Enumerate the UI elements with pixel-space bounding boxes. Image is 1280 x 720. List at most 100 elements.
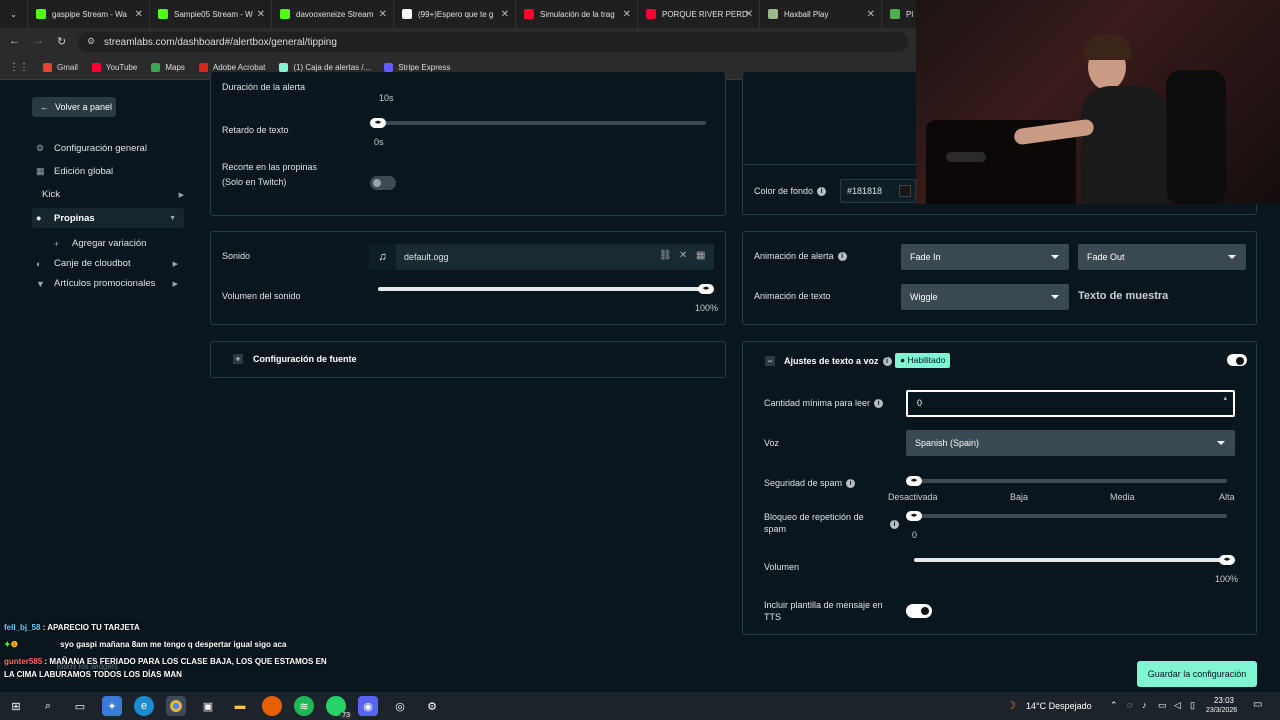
browser-tab[interactable]: davooxeneize Stream ✕ (272, 0, 394, 28)
back-to-panel-button[interactable]: ← Volver a panel (32, 97, 116, 117)
tts-volume-slider-handle[interactable]: ◂▸ (1219, 555, 1235, 565)
bookmark-youtube[interactable]: YouTube (91, 63, 137, 72)
all-widgets-link[interactable]: Todos los widgets (55, 662, 118, 671)
back-arrow-icon[interactable]: ← (9, 35, 20, 47)
site-info-icon[interactable]: ⚙ (87, 36, 95, 47)
tts-toggle[interactable] (1227, 354, 1247, 366)
firefox-icon[interactable] (262, 696, 282, 716)
sound-file-picker[interactable]: ♫ default.ogg ⛓ ✕ ▦ (369, 244, 714, 270)
volume-icon[interactable]: ◁ (1174, 700, 1181, 711)
voice-label: Voz (764, 438, 780, 448)
sidebar-item-merch[interactable]: ▼ Artículos promocionales ▶ (36, 278, 186, 289)
repeat-block-slider[interactable] (914, 514, 1227, 518)
tts-volume-label: Volumen (764, 562, 800, 572)
bookmark-stripe[interactable]: Stripe Express (384, 63, 450, 72)
info-icon[interactable]: i (817, 187, 827, 197)
steam-icon[interactable]: ⚙ (422, 696, 442, 716)
text-delay-slider[interactable] (378, 121, 706, 125)
save-config-button[interactable]: Guardar la configuración (1137, 661, 1257, 687)
close-icon[interactable]: ✕ (867, 9, 875, 20)
bookmark-gmail[interactable]: Gmail (43, 63, 78, 72)
browser-tab[interactable]: PORQUE RIVER PERD ✕ (638, 0, 760, 28)
close-icon[interactable]: ✕ (379, 9, 387, 20)
close-icon[interactable]: ✕ (257, 9, 265, 20)
alert-out-select[interactable]: Fade Out (1078, 244, 1246, 270)
url-input[interactable]: ⚙ streamlabs.com/dashboard#/alertbox/gen… (78, 32, 908, 52)
battery-icon[interactable]: ▯ (1190, 700, 1195, 711)
bookmark-alertbox[interactable]: (1) Caja de alertas /... (279, 63, 370, 72)
stepper-up-icon[interactable]: ▴ (1223, 394, 1227, 402)
whatsapp-icon[interactable]: 73 (326, 696, 352, 719)
browser-tab[interactable]: Simulación de la trag ✕ (516, 0, 638, 28)
copilot-icon[interactable]: ✦ (102, 696, 122, 716)
plus-icon: + (54, 238, 60, 249)
info-icon[interactable]: i (846, 479, 856, 489)
link-icon[interactable]: ⛓ (659, 250, 672, 261)
apps-grid-icon[interactable]: ⋮⋮ (9, 62, 29, 73)
bookmark-maps[interactable]: Maps (151, 63, 185, 72)
browser-tab[interactable]: gaspipe Stream - Wa ✕ (28, 0, 150, 28)
task-view-icon[interactable]: ▭ (70, 696, 90, 716)
browser-tab[interactable]: Haxball Play ✕ (760, 0, 882, 28)
repeat-block-slider-handle[interactable]: ◂▸ (906, 511, 922, 521)
sound-volume-slider-handle[interactable]: ◂▸ (698, 284, 714, 294)
close-icon[interactable]: ✕ (501, 9, 509, 20)
voice-select[interactable]: Spanish (Spain) (906, 430, 1235, 456)
crop-toggle[interactable] (370, 176, 396, 190)
expand-plus-icon[interactable]: + (233, 354, 243, 364)
sidebar-item-propinas[interactable]: ● Propinas ▼ (32, 208, 184, 228)
reload-icon[interactable]: ↻ (57, 35, 66, 48)
alert-in-select[interactable]: Fade In (901, 244, 1069, 270)
bookmark-acrobat[interactable]: Adobe Acrobat (198, 63, 265, 72)
forward-arrow-icon[interactable]: → (33, 35, 44, 47)
info-icon[interactable]: i (882, 357, 892, 367)
tts-volume-slider[interactable] (914, 558, 1227, 562)
min-amount-input[interactable]: 0 ▴ (906, 390, 1235, 417)
font-config-panel[interactable]: + Configuración de fuente (210, 341, 726, 378)
sidebar-item-kick[interactable]: Kick ▶ (42, 189, 192, 200)
spam-safety-slider[interactable] (914, 479, 1227, 483)
windows-start-icon[interactable]: ⊞ (6, 696, 26, 716)
info-icon[interactable]: i (874, 399, 884, 409)
spam-safety-slider-handle[interactable]: ◂▸ (906, 476, 922, 486)
sidebar-item-cloudbot[interactable]: ◐ Canje de cloudbot ▶ (36, 258, 186, 269)
collapse-minus-icon[interactable]: − (765, 356, 775, 366)
grid-icon[interactable]: ▦ (696, 250, 705, 261)
chevron-down-icon: ▼ (169, 214, 176, 222)
browser-tab[interactable]: Pl (882, 0, 916, 28)
sound-volume-slider[interactable] (378, 287, 706, 291)
store-icon[interactable]: ▣ (198, 696, 218, 716)
network-icon[interactable]: ▭ (1158, 700, 1167, 711)
edge-icon[interactable]: e (134, 696, 154, 716)
sidebar-item-general-config[interactable]: ⚙ Configuración general (36, 143, 186, 154)
weather-text[interactable]: 14°C Despejado (1026, 701, 1092, 711)
chrome-icon[interactable] (166, 696, 186, 716)
search-icon[interactable]: ⌕ (38, 696, 58, 716)
clock-time[interactable]: 23:03 (1212, 696, 1236, 705)
template-toggle[interactable] (906, 604, 932, 618)
add-variation-button[interactable]: + Agregar variación (54, 238, 204, 249)
close-icon[interactable]: ✕ (679, 250, 687, 261)
close-icon[interactable]: ✕ (623, 9, 631, 20)
tray-overflow-icon[interactable]: ⌃ (1110, 700, 1118, 711)
close-icon[interactable]: ✕ (745, 9, 753, 20)
discord-icon[interactable]: ◉ (358, 696, 378, 716)
tab-search-button[interactable]: ⌄ (0, 0, 28, 28)
text-delay-slider-handle[interactable]: ◂▸ (370, 118, 386, 128)
sidebar-item-global-edit[interactable]: ▦ Edición global (36, 166, 186, 177)
tray-app-icon[interactable]: ◌ (1127, 700, 1132, 710)
text-animation-select[interactable]: Wiggle (901, 284, 1069, 310)
clock-date[interactable]: 23/3/2026 (1206, 707, 1237, 714)
folder-icon[interactable]: ▬ (230, 696, 250, 716)
bg-color-input[interactable]: #181818 (840, 179, 916, 203)
info-icon[interactable]: i (837, 252, 847, 262)
spotify-icon[interactable]: ≋ (294, 696, 314, 716)
browser-tab[interactable]: (99+)Espero que te g ✕ (394, 0, 516, 28)
browser-tab[interactable]: Sampie05 Stream - W ✕ (150, 0, 272, 28)
notification-icon[interactable]: ▭ (1253, 699, 1262, 710)
color-swatch[interactable] (899, 185, 911, 197)
close-icon[interactable]: ✕ (135, 9, 143, 20)
microphone-icon[interactable]: ♪ (1142, 700, 1147, 710)
info-icon[interactable]: i (890, 520, 899, 529)
obs-icon[interactable]: ◎ (390, 696, 410, 716)
